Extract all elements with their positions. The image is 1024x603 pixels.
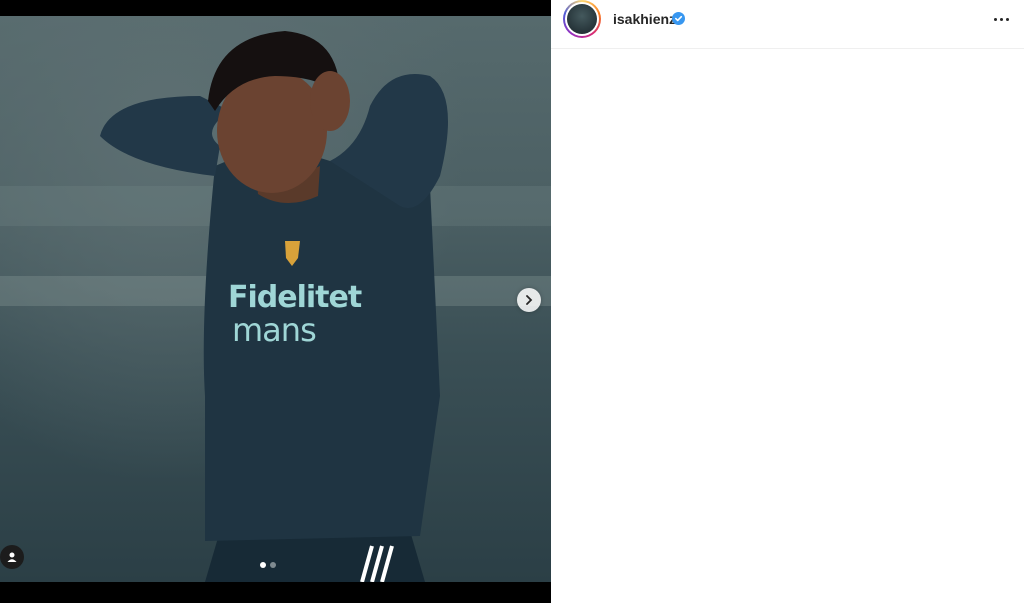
user-tag-icon	[7, 552, 17, 562]
sponsor-line-2: mans	[232, 311, 317, 349]
post-media: Fidelitet mans	[0, 0, 551, 603]
verified-badge-icon	[672, 12, 685, 25]
carousel-dot-active	[260, 562, 266, 568]
post-header: isakhienz	[551, 0, 1024, 49]
sponsor-line-1: Fidelitet	[228, 280, 362, 315]
tagged-users-button[interactable]	[0, 545, 24, 569]
avatar	[567, 4, 597, 34]
avatar-story-ring[interactable]	[563, 0, 601, 38]
post-photo[interactable]: Fidelitet mans	[0, 16, 551, 582]
next-slide-button[interactable]	[517, 288, 541, 312]
carousel-indicator	[260, 562, 276, 568]
more-options-button[interactable]	[991, 10, 1011, 28]
jersey-sponsor: Fidelitet mans	[228, 280, 362, 349]
more-options-icon	[993, 17, 997, 21]
username-link[interactable]: isakhienz	[613, 11, 676, 27]
post-side-panel: isakhienz	[551, 0, 1024, 603]
chevron-right-icon	[526, 295, 533, 305]
carousel-dot	[270, 562, 276, 568]
